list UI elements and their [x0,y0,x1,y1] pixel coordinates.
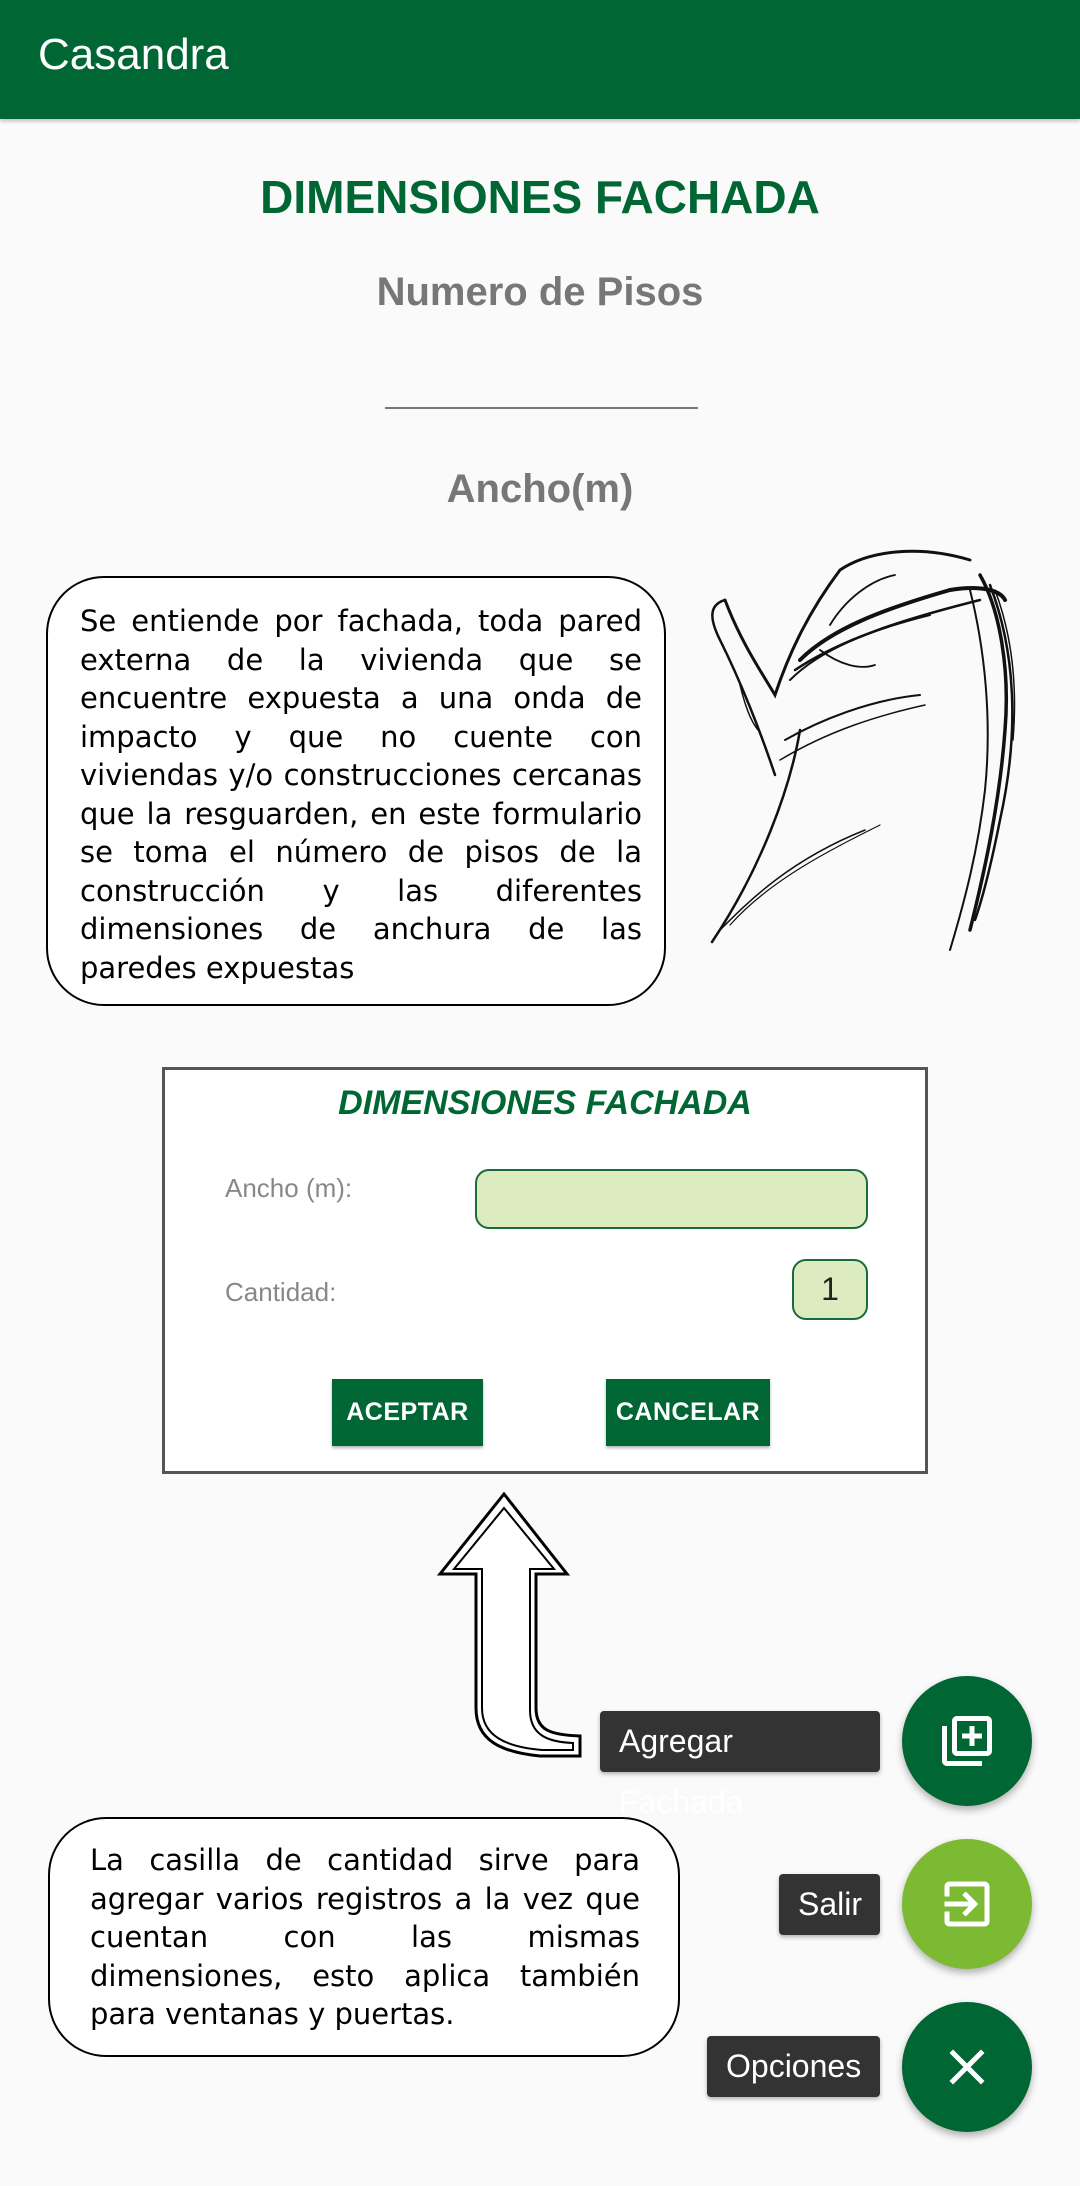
exit-icon [944,1881,990,1927]
accept-button[interactable]: ACEPTAR [332,1379,483,1446]
width-label: Ancho(m) [446,467,634,511]
options-label[interactable]: Opciones [707,2036,880,2097]
exit-button[interactable] [902,1839,1032,1969]
curved-arrow-sketch [710,549,1016,951]
app-bar: Casandra [0,0,1080,119]
app-title: Casandra [38,30,229,79]
dimensions-dialog: DIMENSIONES FACHADA Ancho (m): Cantidad:… [162,1067,928,1474]
exit-label[interactable]: Salir [779,1874,880,1935]
quantity-help-text: La casilla de cantidad sirve para agrega… [90,1843,640,2031]
quantity-help-bubble: La casilla de cantidad sirve para agrega… [48,1817,680,2057]
facade-help-bubble: Se entiende por fachada, toda pared exte… [46,576,666,1006]
dialog-quantity-label: Cantidad: [225,1277,337,1307]
dialog-width-input[interactable] [475,1169,868,1229]
close-icon [949,2049,985,2085]
add-facade-button[interactable] [902,1676,1032,1806]
floors-label: Numero de Pisos [376,270,704,314]
floors-input[interactable] [385,345,698,409]
dialog-title: DIMENSIONES FACHADA [338,1084,752,1122]
page-title: DIMENSIONES FACHADA [260,171,820,223]
options-button[interactable] [902,2002,1032,2132]
up-arrow-icon [436,1491,582,1758]
dialog-width-label: Ancho (m): [225,1173,353,1203]
dialog-quantity-input[interactable]: 1 [792,1259,868,1320]
add-box-icon [942,1716,992,1766]
facade-help-text: Se entiende por fachada, toda pared exte… [80,604,642,985]
cancel-button[interactable]: CANCELAR [606,1379,770,1446]
add-facade-label[interactable]: Agregar Fachada [600,1711,880,1820]
